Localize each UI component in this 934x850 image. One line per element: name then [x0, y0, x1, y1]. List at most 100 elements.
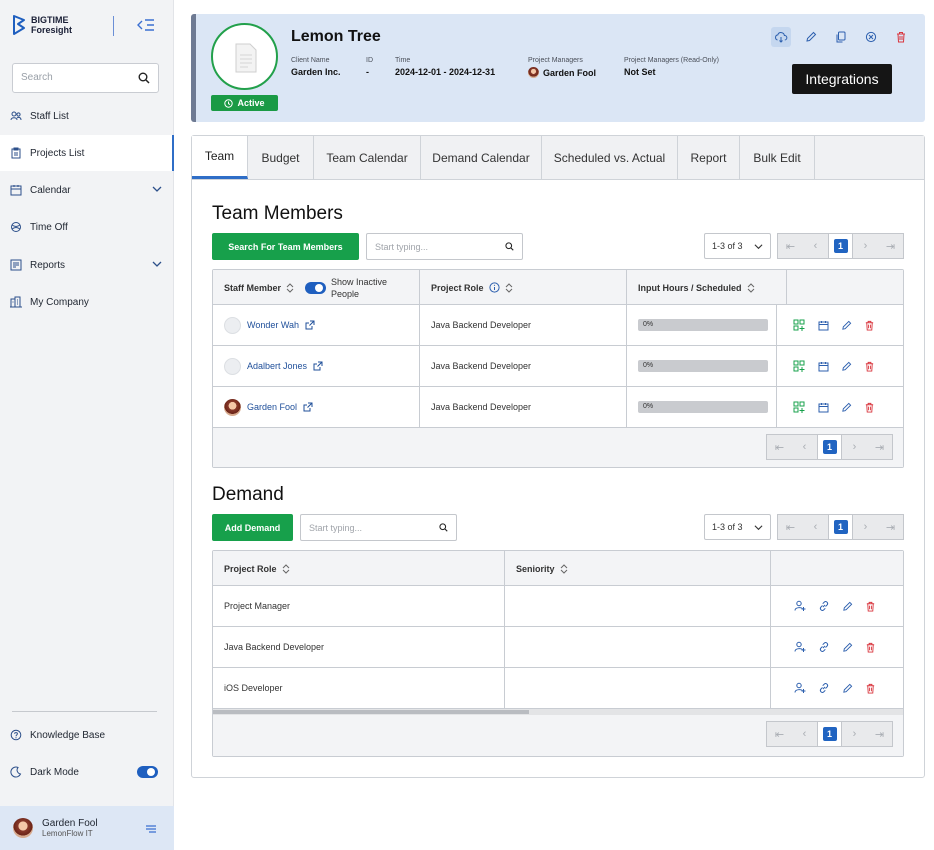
search-team-members-button[interactable]: Search For Team Members [212, 233, 359, 260]
assign-user-icon[interactable] [794, 641, 806, 653]
edit-icon[interactable] [841, 320, 852, 331]
edit-icon[interactable] [841, 361, 852, 372]
calendar-icon[interactable] [818, 361, 829, 372]
dark-mode-toggle[interactable] [137, 766, 158, 778]
assign-grid-icon[interactable] [793, 401, 806, 414]
sort-icon[interactable] [282, 563, 290, 574]
assign-user-icon[interactable] [794, 682, 806, 694]
trash-icon[interactable] [865, 601, 876, 612]
external-link-icon[interactable] [305, 320, 315, 330]
edit-icon[interactable] [841, 402, 852, 413]
pm-name[interactable]: Garden Fool [543, 68, 596, 78]
first-page-icon[interactable]: ⇤ [778, 521, 803, 534]
demand-search-input[interactable]: Start typing... [300, 514, 457, 541]
trash-icon[interactable] [864, 361, 875, 372]
col-staff-member[interactable]: Staff Member Show Inactive People [213, 270, 420, 305]
tab-budget[interactable]: Budget [248, 136, 314, 179]
last-page-icon[interactable]: ⇥ [878, 521, 903, 534]
link-icon[interactable] [818, 600, 830, 612]
last-page-icon[interactable]: ⇥ [867, 728, 892, 741]
prev-page-icon[interactable]: ‹ [792, 728, 817, 740]
col-seniority[interactable]: Seniority [505, 551, 771, 586]
prev-page-icon[interactable]: ‹ [803, 521, 828, 533]
edit-icon[interactable] [842, 683, 853, 694]
sidebar-search-input[interactable]: Search [12, 63, 159, 93]
assign-user-icon[interactable] [794, 600, 806, 612]
prev-page-icon[interactable]: ‹ [803, 240, 828, 252]
calendar-icon[interactable] [818, 320, 829, 331]
next-page-icon[interactable]: › [842, 728, 867, 740]
calendar-icon[interactable] [818, 402, 829, 413]
search-icon[interactable] [138, 72, 150, 84]
first-page-icon[interactable]: ⇤ [778, 240, 803, 253]
staff-name-link[interactable]: Wonder Wah [247, 320, 299, 330]
assign-grid-icon[interactable] [793, 319, 806, 332]
sidebar-item-staff-list[interactable]: Staff List [0, 98, 174, 134]
menu-icon[interactable] [146, 825, 156, 833]
team-search-input[interactable]: Start typing... [366, 233, 523, 260]
chevron-down-icon[interactable] [152, 259, 162, 269]
sidebar-item-calendar[interactable]: Calendar [0, 172, 174, 208]
next-page-icon[interactable]: › [853, 521, 878, 533]
current-page[interactable]: 1 [828, 234, 853, 258]
external-link-icon[interactable] [303, 402, 313, 412]
brand-logo[interactable]: BIGTIME Foresight [12, 14, 72, 36]
add-demand-button[interactable]: Add Demand [212, 514, 293, 541]
first-page-icon[interactable]: ⇤ [767, 441, 792, 454]
collapse-sidebar-icon[interactable] [136, 16, 156, 34]
sidebar-item-time-off[interactable]: Time Off [0, 209, 174, 245]
last-page-icon[interactable]: ⇥ [867, 441, 892, 454]
trash-icon[interactable] [865, 642, 876, 653]
sort-icon[interactable] [286, 282, 294, 293]
current-page[interactable]: 1 [828, 515, 853, 539]
link-icon[interactable] [818, 682, 830, 694]
tab-team[interactable]: Team [192, 136, 248, 179]
assign-grid-icon[interactable] [793, 360, 806, 373]
link-icon[interactable] [818, 641, 830, 653]
tab-demand-calendar[interactable]: Demand Calendar [421, 136, 542, 179]
show-inactive-toggle[interactable] [305, 281, 327, 294]
current-page[interactable]: 1 [817, 722, 842, 746]
trash-icon[interactable] [891, 27, 911, 47]
integrations-cloud-icon[interactable] [771, 27, 791, 47]
tab-report[interactable]: Report [678, 136, 740, 179]
next-page-icon[interactable]: › [853, 240, 878, 252]
scrollbar-thumb[interactable] [213, 710, 529, 714]
last-page-icon[interactable]: ⇥ [878, 240, 903, 253]
team-range-select[interactable]: 1-3 of 3 [704, 233, 771, 259]
archive-x-icon[interactable] [861, 27, 881, 47]
next-page-icon[interactable]: › [842, 441, 867, 453]
trash-icon[interactable] [865, 683, 876, 694]
tab-team-calendar[interactable]: Team Calendar [314, 136, 421, 179]
sort-icon[interactable] [560, 563, 568, 574]
tab-scheduled-vs-actual[interactable]: Scheduled vs. Actual [542, 136, 678, 179]
current-user[interactable]: Garden Fool LemonFlow IT [0, 806, 174, 850]
trash-icon[interactable] [864, 320, 875, 331]
copy-icon[interactable] [831, 27, 851, 47]
sort-icon[interactable] [505, 282, 513, 293]
col-project-role[interactable]: Project Role [213, 551, 505, 586]
tab-bulk-edit[interactable]: Bulk Edit [740, 136, 815, 179]
chevron-down-icon[interactable] [152, 184, 162, 194]
col-project-role[interactable]: Project Role [420, 270, 627, 305]
edit-icon[interactable] [842, 642, 853, 653]
sidebar-item-knowledge-base[interactable]: Knowledge Base [0, 717, 174, 753]
project-image[interactable] [211, 23, 278, 90]
prev-page-icon[interactable]: ‹ [792, 441, 817, 453]
staff-name-link[interactable]: Garden Fool [247, 402, 297, 412]
sort-icon[interactable] [747, 282, 755, 293]
sidebar-item-projects-list[interactable]: Projects List [0, 135, 174, 171]
current-page[interactable]: 1 [817, 435, 842, 459]
edit-icon[interactable] [842, 601, 853, 612]
demand-range-select[interactable]: 1-3 of 3 [704, 514, 771, 540]
toggle-switch[interactable] [305, 281, 327, 294]
external-link-icon[interactable] [313, 361, 323, 371]
horizontal-scrollbar[interactable] [213, 709, 903, 715]
sidebar-item-reports[interactable]: Reports [0, 247, 174, 283]
info-icon[interactable] [488, 282, 500, 293]
staff-name-link[interactable]: Adalbert Jones [247, 361, 307, 371]
sidebar-item-my-company[interactable]: My Company [0, 284, 174, 320]
trash-icon[interactable] [864, 402, 875, 413]
first-page-icon[interactable]: ⇤ [767, 728, 792, 741]
col-input-hours[interactable]: Input Hours / Scheduled [627, 270, 787, 305]
